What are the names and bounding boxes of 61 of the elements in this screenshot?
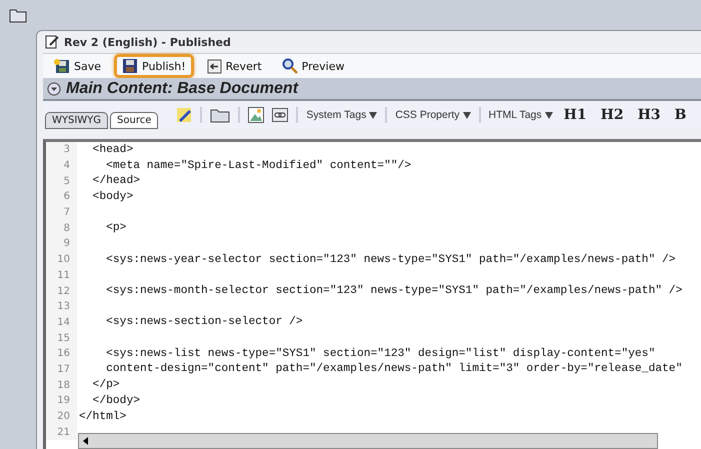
- code-line: <head>: [92, 144, 134, 156]
- line-number: 10: [46, 252, 77, 268]
- code-line: <body>: [92, 190, 134, 203]
- line-number: 21: [46, 424, 77, 440]
- horizontal-scrollbar[interactable]: [78, 433, 658, 449]
- revert-icon: [206, 58, 222, 74]
- line-number: 9: [46, 236, 77, 252]
- folder-icon[interactable]: [9, 8, 27, 23]
- folder-icon[interactable]: [210, 107, 230, 123]
- code-line: </body>: [92, 394, 140, 407]
- revert-button[interactable]: Revert: [200, 56, 269, 76]
- image-icon[interactable]: [248, 107, 264, 123]
- left-arrow-icon[interactable]: [82, 437, 88, 445]
- editor-tab[interactable]: Source: [110, 112, 158, 129]
- link-icon[interactable]: [272, 107, 288, 123]
- section-title: Main Content: Base Document: [66, 80, 298, 98]
- format-button[interactable]: B: [672, 107, 690, 123]
- code-line: <sys:news-year-selector section="123" news-type="SYS1" path="/examples/news-path" />: [105, 254, 676, 266]
- format-button[interactable]: H3: [634, 107, 664, 123]
- caret-icon: [544, 112, 553, 118]
- pencil-icon[interactable]: [176, 107, 192, 123]
- line-number: 13: [46, 298, 77, 315]
- tags-dropdown[interactable]: System Tags: [306, 109, 378, 121]
- line-number: 19: [46, 393, 77, 409]
- format-button[interactable]: H1: [560, 107, 590, 123]
- code-line: </p>: [92, 379, 120, 392]
- line-number: 8: [46, 220, 77, 236]
- code-line: <p>: [105, 222, 126, 234]
- search-icon: [282, 58, 298, 74]
- code-line: </head>: [92, 175, 140, 188]
- line-number: 12: [46, 283, 77, 299]
- save-button[interactable]: Save: [47, 55, 108, 77]
- code-line: </html>: [78, 410, 126, 423]
- editor-tab[interactable]: WYSIWYG: [45, 112, 108, 129]
- code-line: <sys:news-list news-type="SYS1" section="123" design="list" display-content="yes": [105, 348, 656, 360]
- line-number: 4: [46, 158, 77, 174]
- line-number: 3: [46, 142, 77, 158]
- preview-button[interactable]: Preview: [274, 55, 352, 77]
- format-button[interactable]: H2: [598, 107, 627, 123]
- code-line: <sys:news-section-selector />: [105, 316, 303, 328]
- line-number: 15: [46, 330, 77, 346]
- line-number: 17: [46, 362, 77, 378]
- code-line: content-design="content" path="/examples/news-path" limit="3" order-by="release_date": [105, 363, 682, 376]
- line-number: 18: [46, 377, 77, 393]
- line-number: 14: [46, 314, 77, 330]
- collapse-icon[interactable]: [47, 82, 61, 96]
- document-edit-icon: [45, 35, 59, 49]
- caret-icon: [462, 112, 471, 118]
- line-number: 7: [46, 204, 77, 220]
- tags-dropdown[interactable]: CSS Property: [395, 109, 471, 121]
- line-number: 16: [46, 346, 77, 362]
- code-line: <meta name="Spire-Last-Modified" content=""/>: [105, 160, 412, 172]
- window-title: Rev 2 (English) - Published: [64, 36, 231, 48]
- code-editor[interactable]: [43, 139, 701, 449]
- caret-icon: [369, 112, 378, 118]
- line-number: 6: [46, 189, 77, 205]
- line-number: 5: [46, 173, 77, 190]
- tags-dropdown[interactable]: HTML Tags: [488, 109, 553, 121]
- line-number: 20: [46, 408, 77, 424]
- code-line: <sys:news-month-selector section="123" news-type="SYS1" path="/examples/news-path" />: [105, 285, 682, 298]
- line-number: 11: [46, 268, 77, 284]
